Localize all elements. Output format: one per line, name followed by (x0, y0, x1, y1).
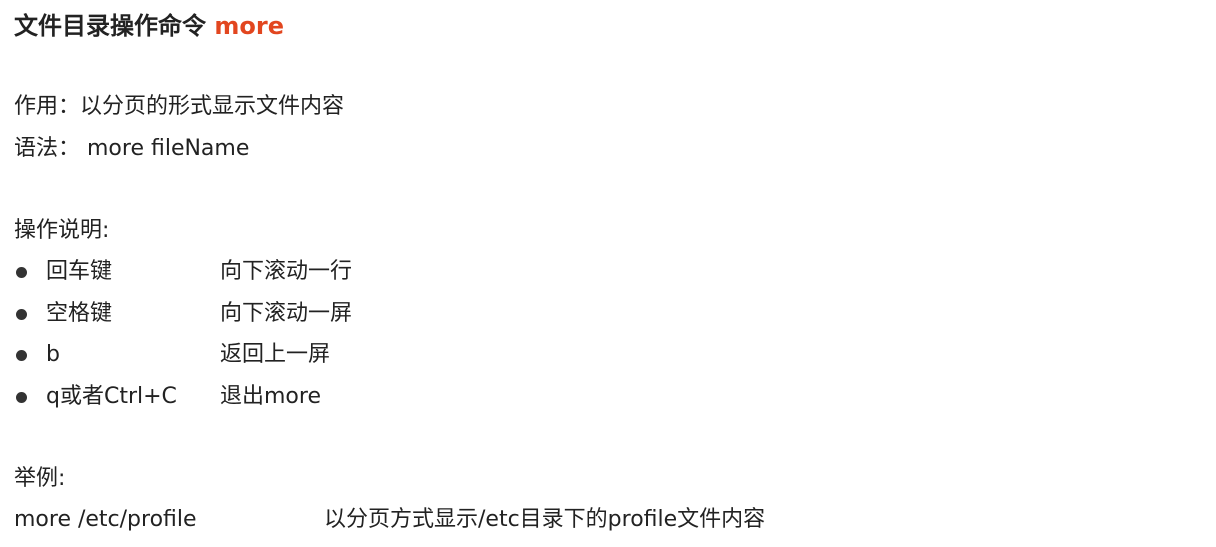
operation-desc: 向下滚动一行 (220, 259, 353, 284)
bullet-dot-icon (16, 350, 27, 361)
purpose-text: 作用：以分页的形式显示文件内容 (14, 94, 345, 119)
example-command: more /etc/profile (14, 507, 197, 532)
bullet-dot-icon (16, 267, 27, 278)
operation-desc: 返回上一屏 (220, 342, 331, 367)
operation-key: q或者Ctrl+C (46, 384, 177, 409)
operation-item: 空格键 向下滚动一屏 (14, 299, 614, 329)
operation-desc: 向下滚动一屏 (220, 301, 353, 326)
syntax-text: 语法： more fileName (14, 136, 250, 161)
operation-key: b (46, 342, 60, 367)
operation-item: q或者Ctrl+C 退出more (14, 382, 614, 412)
operations-heading: 操作说明: (14, 218, 110, 243)
operation-key: 回车键 (46, 259, 113, 284)
operation-item: 回车键 向下滚动一行 (14, 257, 614, 287)
title-prefix: 文件目录操作命令 (14, 12, 215, 40)
example-heading: 举例: (14, 466, 66, 491)
operation-item: b 返回上一屏 (14, 340, 614, 370)
bullet-dot-icon (16, 309, 27, 320)
bullet-dot-icon (16, 392, 27, 403)
operation-desc: 退出more (220, 384, 321, 409)
example-row: more /etc/profile 以分页方式显示/etc目录下的profile… (0, 505, 1000, 535)
page-title: 文件目录操作命令 more (14, 6, 284, 41)
example-desc: 以分页方式显示/etc目录下的profile文件内容 (324, 507, 766, 532)
operation-key: 空格键 (46, 301, 113, 326)
title-command: more (214, 12, 284, 40)
